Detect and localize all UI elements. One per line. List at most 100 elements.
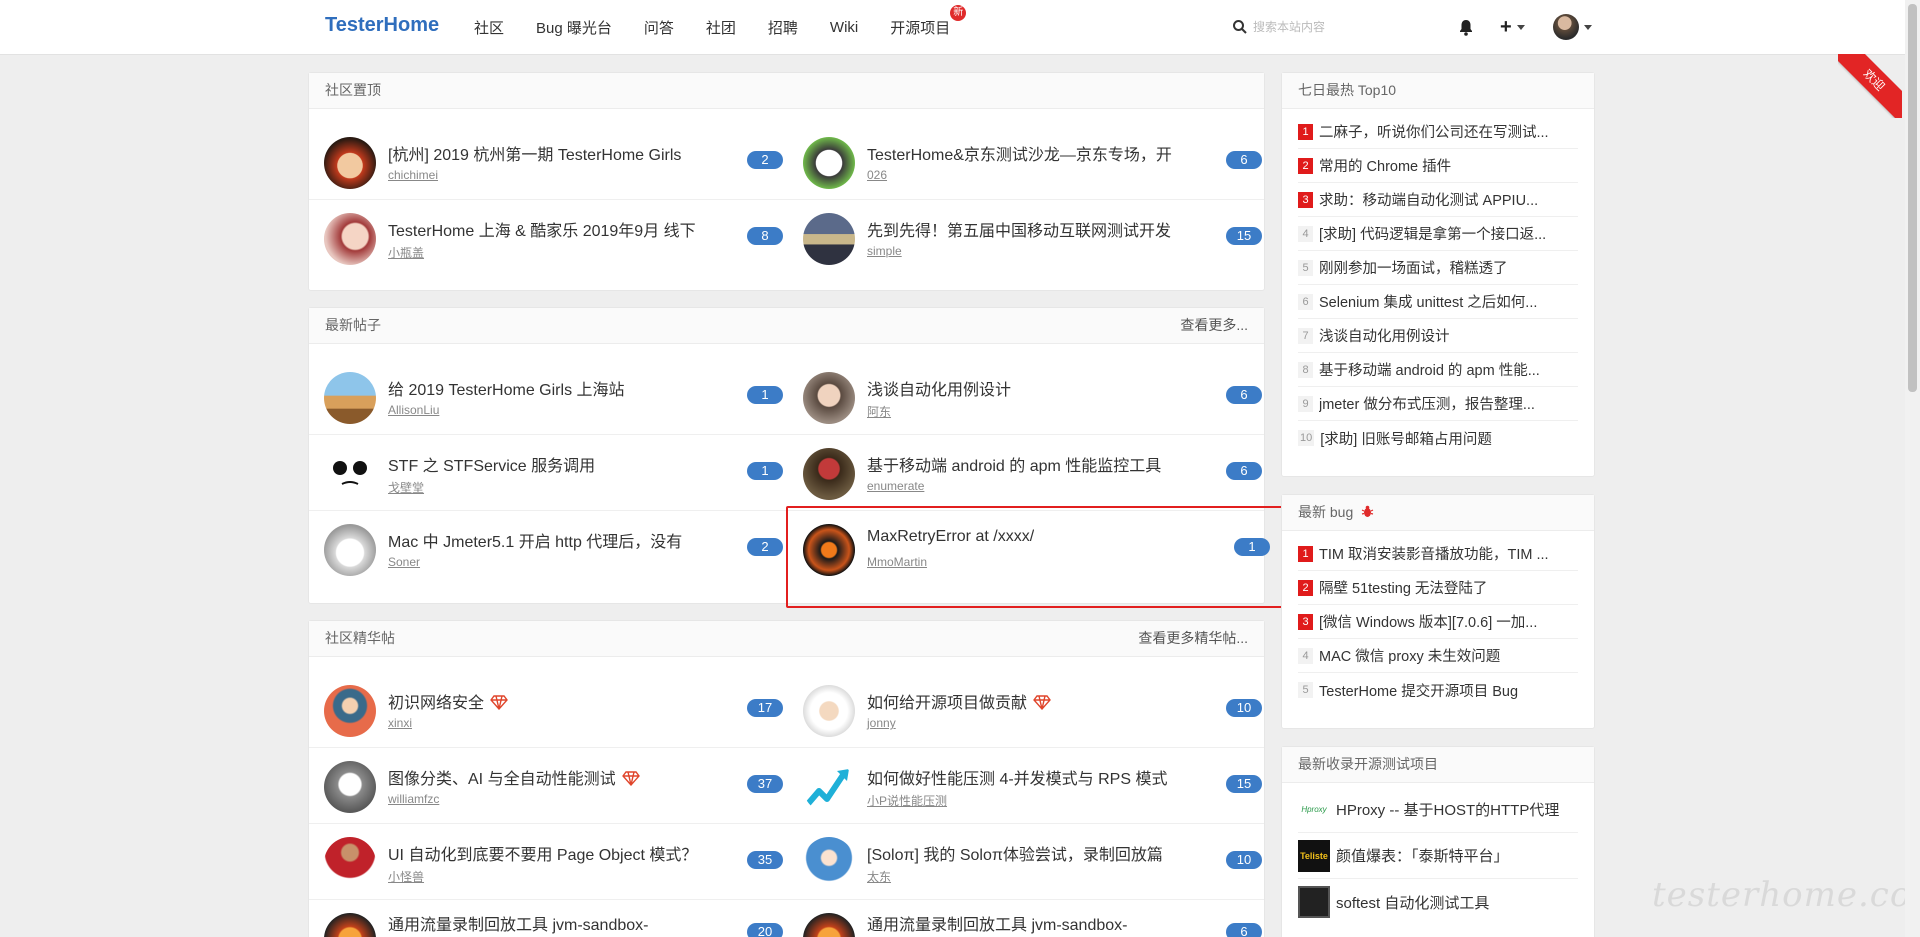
topic-title[interactable]: UI 自动化到底要不要用 Page Object 模式？ [388,841,697,865]
topic-title[interactable]: 如何给开源项目做贡献 [867,689,1051,713]
topic-item[interactable]: 给 2019 TesterHome Girls 上海站 AllisonLiu 1 [309,358,787,434]
avatar[interactable] [324,524,376,576]
list-item[interactable]: 6 Selenium 集成 unittest 之后如何... [1298,285,1578,319]
topic-item[interactable]: TesterHome 上海 & 酷家乐 2019年9月 线下 小瓶盖 8 [309,199,787,275]
welcome-ribbon[interactable]: 欢迎 [1838,54,1902,118]
topic-item[interactable]: MaxRetryError at /xxxx/ MmoMartin 1 [788,510,1270,586]
list-item[interactable]: softest 自动化测试工具 [1298,879,1578,925]
list-item[interactable]: 7 浅谈自动化用例设计 [1298,319,1578,353]
avatar[interactable] [324,137,376,189]
topic-title[interactable]: TesterHome&京东测试沙龙—京东专场，开 [867,141,1172,165]
brand-logo[interactable]: TesterHome [325,14,439,37]
topic-title[interactable]: 先到先得！第五届中国移动互联网测试开发 [867,217,1171,241]
view-more-excellent-link[interactable]: 查看更多精华帖... [1138,621,1248,655]
topic-item[interactable]: 浅谈自动化用例设计 阿东 6 [788,358,1266,434]
topic-title[interactable]: Mac 中 Jmeter5.1 开启 http 代理后，没有 [388,528,682,552]
avatar[interactable] [803,913,855,937]
topic-title[interactable]: STF 之 STFService 服务调用 [388,452,595,476]
list-item[interactable]: 3 [微信 Windows 版本][7.0.6] 一加... [1298,605,1578,639]
topic-author[interactable]: xinxi [388,716,412,730]
nav-jobs[interactable]: 招聘 [768,17,798,38]
list-item[interactable]: 2 常用的 Chrome 插件 [1298,149,1578,183]
topic-item[interactable]: 基于移动端 android 的 apm 性能监控工具 enumerate 6 [788,434,1266,510]
bell-icon[interactable] [1458,19,1474,36]
avatar[interactable] [803,372,855,424]
avatar[interactable] [803,213,855,265]
list-item[interactable]: 1 二麻子，听说你们公司还在写测试... [1298,115,1578,149]
avatar[interactable] [324,685,376,737]
topic-item[interactable]: 通用流量录制回放工具 jvm-sandbox- 6 [788,899,1266,937]
list-item[interactable]: 2 隔壁 51testing 无法登陆了 [1298,571,1578,605]
topic-item[interactable]: UI 自动化到底要不要用 Page Object 模式？ 小怪兽 35 [309,823,787,899]
topic-author[interactable]: 阿东 [867,403,891,420]
topic-title[interactable]: 给 2019 TesterHome Girls 上海站 [388,376,625,400]
topic-author[interactable]: 小瓶盖 [388,244,424,261]
list-item[interactable]: 1 TIM 取消安装影音播放功能，TIM ... [1298,537,1578,571]
topic-author[interactable]: AllisonLiu [388,403,439,417]
topic-author[interactable]: 026 [867,168,887,182]
topic-author[interactable]: 太东 [867,868,891,885]
topic-author[interactable]: MmoMartin [867,555,927,569]
topic-item[interactable]: TesterHome&京东测试沙龙—京东专场，开 026 6 [788,123,1266,199]
nav-opensource[interactable]: 开源项目新 [890,5,967,38]
topic-author[interactable]: jonny [867,716,896,730]
topic-item[interactable]: [杭州] 2019 杭州第一期 TesterHome Girls chichim… [309,123,787,199]
avatar[interactable] [803,524,855,576]
list-item[interactable]: 8 基于移动端 android 的 apm 性能... [1298,353,1578,387]
topic-title[interactable]: 通用流量录制回放工具 jvm-sandbox- [867,911,1127,935]
view-more-link[interactable]: 查看更多... [1180,308,1248,342]
nav-community[interactable]: 社区 [474,17,504,38]
topic-title[interactable]: [杭州] 2019 杭州第一期 TesterHome Girls [388,141,681,165]
topic-title[interactable]: MaxRetryError at /xxxx/ [867,528,1034,546]
topic-title[interactable]: 基于移动端 android 的 apm 性能监控工具 [867,452,1161,476]
topic-author[interactable]: chichimei [388,168,438,182]
avatar[interactable] [324,761,376,813]
list-item[interactable]: Hproxy HProxy -- 基于HOST的HTTP代理 [1298,787,1578,833]
avatar[interactable] [803,448,855,500]
topic-title[interactable]: 初识网络安全 [388,689,508,713]
topic-author[interactable]: simple [867,244,902,258]
user-menu[interactable] [1552,14,1592,40]
list-item[interactable]: 4 MAC 微信 proxy 未生效问题 [1298,639,1578,673]
avatar[interactable] [324,448,376,500]
nav-teams[interactable]: 社团 [706,17,736,38]
topic-author[interactable]: 小怪兽 [388,868,424,885]
topic-item[interactable]: 通用流量录制回放工具 jvm-sandbox- 20 [309,899,787,937]
topic-item[interactable]: 如何给开源项目做贡献 jonny 10 [788,671,1266,747]
nav-wiki[interactable]: Wiki [830,19,858,36]
search-icon[interactable] [1232,19,1248,35]
topic-title[interactable]: [Soloπ] 我的 Soloπ体验尝试，录制回放篇 [867,841,1163,865]
list-item[interactable]: 5 TesterHome 提交开源项目 Bug [1298,673,1578,707]
avatar[interactable] [803,761,855,813]
new-post-menu[interactable]: + [1500,16,1525,39]
topic-title[interactable]: 如何做好性能压测 4-并发模式与 RPS 模式 [867,765,1167,789]
list-item[interactable]: 9 jmeter 做分布式压测，报告整理... [1298,387,1578,421]
nav-bug[interactable]: Bug 曝光台 [536,17,612,38]
topic-item[interactable]: 图像分类、AI 与全自动性能测试 williamfzc 37 [309,747,787,823]
topic-item[interactable]: Mac 中 Jmeter5.1 开启 http 代理后，没有 Soner 2 [309,510,787,586]
topic-item[interactable]: STF 之 STFService 服务调用 戈壁堂 1 [309,434,787,510]
scrollbar[interactable] [1905,0,1920,937]
avatar[interactable] [803,837,855,889]
topic-item[interactable]: [Soloπ] 我的 Soloπ体验尝试，录制回放篇 太东 10 [788,823,1266,899]
topic-item[interactable]: 初识网络安全 xinxi 17 [309,671,787,747]
avatar[interactable] [324,213,376,265]
topic-title[interactable]: 图像分类、AI 与全自动性能测试 [388,765,640,789]
list-item[interactable]: 4 [求助] 代码逻辑是拿第一个接口返... [1298,217,1578,251]
list-item[interactable]: 5 刚刚参加一场面试，稽糕透了 [1298,251,1578,285]
avatar[interactable] [803,137,855,189]
nav-qa[interactable]: 问答 [644,17,674,38]
scrollbar-thumb[interactable] [1908,4,1917,392]
topic-author[interactable]: Soner [388,555,420,569]
topic-title[interactable]: 通用流量录制回放工具 jvm-sandbox- [388,911,648,935]
topic-item[interactable]: 先到先得！第五届中国移动互联网测试开发 simple 15 [788,199,1266,275]
topic-author[interactable]: enumerate [867,479,924,493]
list-item[interactable]: Teliste 颜值爆表：「泰斯特平台」 [1298,833,1578,879]
topic-author[interactable]: 小P说性能压测 [867,792,947,809]
list-item[interactable]: 10 [求助] 旧账号邮箱占用问题 [1298,421,1578,455]
search-input[interactable] [1253,20,1393,34]
topic-author[interactable]: williamfzc [388,792,439,806]
topic-title[interactable]: 浅谈自动化用例设计 [867,376,1011,400]
topic-title[interactable]: TesterHome 上海 & 酷家乐 2019年9月 线下 [388,217,696,241]
avatar[interactable] [324,837,376,889]
